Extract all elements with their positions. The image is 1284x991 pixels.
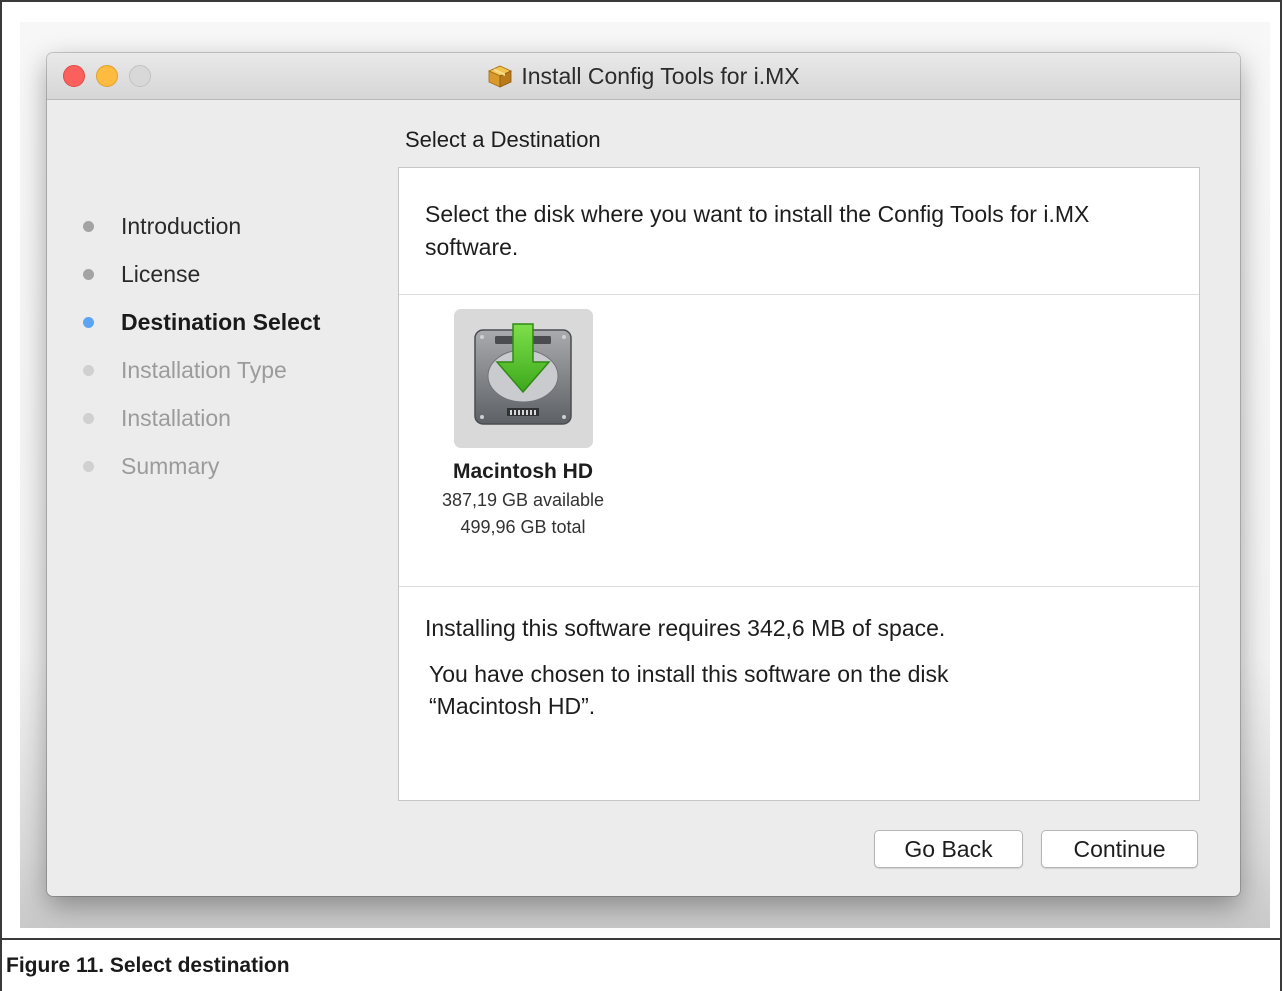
intro-text: Select the disk where you want to instal… [425,201,1090,260]
disk-available: 387,19 GB available [441,490,605,510]
step-dot-icon [83,268,94,280]
sidebar-step-label: Destination Select [121,308,321,335]
sidebar-step-label: Summary [121,452,220,479]
title-bar: Install Config Tools for i.MX [47,53,1240,100]
disk-selection-highlight[interactable] [453,309,593,448]
disk-name: Macintosh HD [452,460,593,483]
space-requirement-text: Installing this software requires 342,6 … [425,615,946,641]
sidebar-step-license: License [83,259,200,289]
continue-button[interactable]: Continue [1041,830,1198,868]
sidebar-step-summary: Summary [83,451,219,481]
sidebar-step-label: License [121,260,201,287]
chosen-disk-text: You have chosen to install this software… [429,661,949,687]
chosen-disk-name-text: “Macintosh HD”. [429,693,596,719]
divider [399,294,1199,295]
divider [399,586,1199,587]
window-title: Install Config Tools for i.MX [521,62,800,89]
figure-caption-bar: Figure 11. Select destination [0,938,1282,991]
step-dot-icon [83,460,94,472]
hard-drive-download-icon [467,320,579,437]
disk-option-macintosh-hd[interactable]: Macintosh HD 387,19 GB available 499,96 … [425,309,621,538]
sidebar-step-installation: Installation [83,403,231,433]
sidebar-step-label: Installation Type [121,356,287,383]
disk-total: 499,96 GB total [460,517,586,537]
step-dot-icon [83,220,94,232]
step-dot-icon [83,412,94,424]
sidebar-step-installation-type: Installation Type [83,355,287,385]
page-heading: Select a Destination [405,127,601,152]
installer-window: Install Config Tools for i.MX Introducti… [47,53,1240,896]
step-dot-icon [83,364,94,376]
sidebar-step-label: Introduction [121,212,242,239]
destination-panel: Select the disk where you want to instal… [398,167,1200,801]
go-back-button[interactable]: Go Back [874,830,1023,868]
package-icon [487,63,513,89]
sidebar-step-destination-select: Destination Select [83,307,320,337]
step-dot-icon [83,316,94,328]
sidebar-step-introduction: Introduction [83,211,241,241]
figure-caption: Figure 11. Select destination [6,954,290,977]
sidebar-step-label: Installation [121,404,231,431]
